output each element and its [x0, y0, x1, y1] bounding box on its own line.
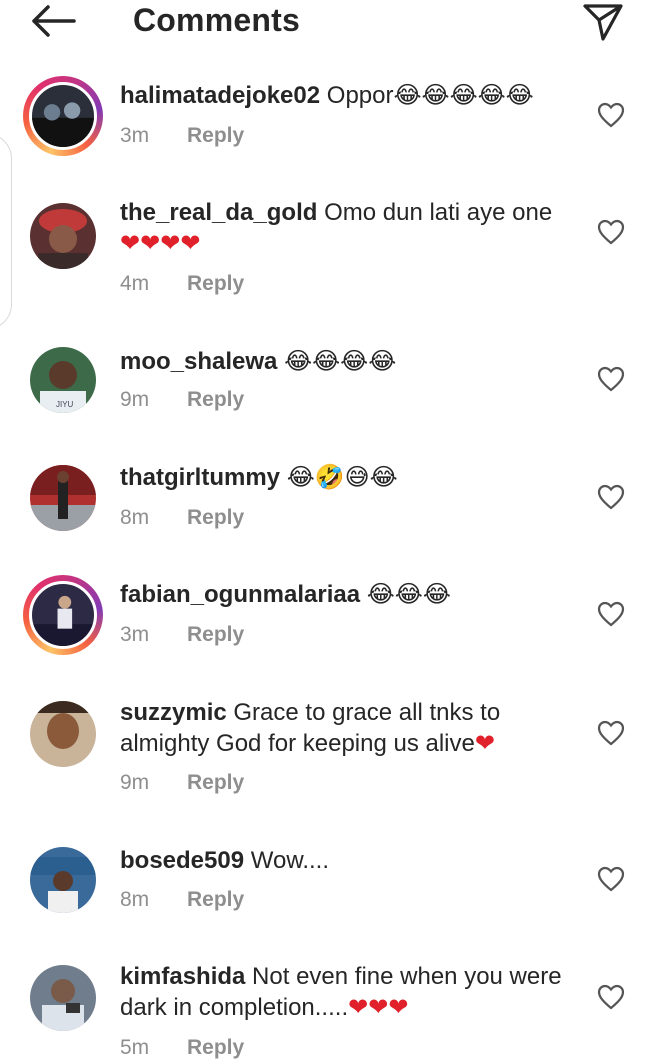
comment-meta: 8m Reply — [120, 506, 244, 530]
reply-button[interactable]: Reply — [187, 388, 244, 411]
page-title: Comments — [133, 2, 300, 38]
avatar — [30, 965, 96, 1031]
comment-username[interactable]: the_real_da_gold — [120, 199, 317, 226]
comment-text: the_real_da_gold Omo dun lati aye one ❤❤❤… — [120, 198, 580, 259]
comment-text: suzzymic Grace to grace all tnks to almi… — [120, 698, 580, 759]
comment-username[interactable]: fabian_ogunmalariaa — [120, 581, 360, 608]
comment-text: moo_shalewa 😂😂😂😂 — [120, 346, 580, 377]
comment-item: halimatadejoke02 Oppor😂😂😂😂😂 3m Reply — [0, 76, 662, 186]
reply-button[interactable]: Reply — [187, 506, 244, 529]
avatar — [30, 465, 96, 531]
avatar-wrap[interactable] — [23, 694, 103, 774]
comment-item: fabian_ogunmalariaa 😂😂😂 3m Reply — [0, 575, 662, 665]
reply-button[interactable]: Reply — [187, 888, 244, 911]
avatar — [30, 203, 96, 269]
comment-item: bosede509 Wow.... 8m Reply — [0, 840, 662, 930]
comment-username[interactable]: suzzymic — [120, 699, 227, 726]
emoji-hearts: ❤❤❤ — [348, 993, 409, 1021]
comment-item: the_real_da_gold Omo dun lati aye one ❤❤❤… — [0, 196, 662, 306]
comments-header: Comments — [0, 0, 662, 46]
avatar-wrap[interactable] — [23, 958, 103, 1038]
svg-text:JIYU: JIYU — [56, 400, 74, 409]
comment-username[interactable]: thatgirltummy — [120, 464, 280, 491]
comment-meta: 4m Reply — [120, 272, 244, 296]
comment-text: thatgirltummy 😂🤣😅😂 — [120, 462, 580, 493]
comment-username[interactable]: moo_shalewa — [120, 348, 277, 375]
heart-outline-icon[interactable] — [597, 866, 625, 892]
emoji-heart: ❤ — [474, 729, 495, 757]
direct-send-icon[interactable] — [582, 2, 624, 42]
comment-meta: 9m Reply — [120, 771, 244, 795]
comment-time: 3m — [120, 124, 150, 147]
avatar — [29, 82, 97, 150]
reply-button[interactable]: Reply — [187, 272, 244, 295]
avatar-story-ring[interactable] — [23, 76, 103, 156]
comment-text: kimfashida Not even fine when you were d… — [120, 962, 580, 1023]
heart-outline-icon[interactable] — [597, 484, 625, 510]
reply-button[interactable]: Reply — [187, 623, 244, 646]
comment-item: kimfashida Not even fine when you were d… — [0, 958, 662, 1062]
reply-button[interactable]: Reply — [187, 771, 244, 794]
avatar — [30, 847, 96, 913]
avatar — [30, 701, 96, 767]
avatar-wrap[interactable] — [23, 840, 103, 920]
comment-item: thatgirltummy 😂🤣😅😂 8m Reply — [0, 458, 662, 548]
avatar-wrap[interactable] — [23, 458, 103, 538]
comment-body: Oppor — [320, 82, 394, 109]
avatar-story-ring[interactable] — [23, 575, 103, 655]
comment-body: Wow.... — [244, 847, 329, 874]
emoji-hearts: ❤❤❤❤ — [120, 229, 201, 257]
emoji-laugh: 😂😂😂😂😂 — [393, 81, 534, 109]
comment-time: 8m — [120, 506, 150, 529]
comment-body: Omo dun lati aye one — [317, 199, 553, 226]
comment-meta: 3m Reply — [120, 623, 244, 647]
comment-item: JIYU moo_shalewa 😂😂😂😂 9m Reply — [0, 340, 662, 430]
comment-meta: 8m Reply — [120, 888, 244, 912]
comment-text: bosede509 Wow.... — [120, 846, 580, 876]
comment-item: suzzymic Grace to grace all tnks to almi… — [0, 694, 662, 804]
back-arrow-icon[interactable] — [30, 4, 76, 38]
avatar-wrap[interactable] — [23, 196, 103, 276]
heart-outline-icon[interactable] — [597, 601, 625, 627]
comment-time: 9m — [120, 771, 150, 794]
comment-time: 9m — [120, 388, 150, 411]
comment-meta: 3m Reply — [120, 124, 244, 148]
heart-outline-icon[interactable] — [597, 984, 625, 1010]
heart-outline-icon[interactable] — [597, 219, 625, 245]
comment-meta: 5m Reply — [120, 1036, 244, 1060]
emoji-laugh: 😂😂😂 — [366, 580, 451, 608]
comment-time: 5m — [120, 1036, 150, 1059]
reply-button[interactable]: Reply — [187, 1036, 244, 1059]
comment-time: 4m — [120, 272, 150, 295]
avatar: JIYU — [30, 347, 96, 413]
emoji-laugh: 😂😂😂😂 — [284, 347, 397, 375]
heart-outline-icon[interactable] — [597, 366, 625, 392]
comment-username[interactable]: kimfashida — [120, 963, 245, 990]
avatar-wrap[interactable]: JIYU — [23, 340, 103, 420]
comment-username[interactable]: bosede509 — [120, 847, 244, 874]
comment-time: 8m — [120, 888, 150, 911]
avatar — [29, 581, 97, 649]
comment-text: fabian_ogunmalariaa 😂😂😂 — [120, 579, 580, 610]
comment-time: 3m — [120, 623, 150, 646]
comment-meta: 9m Reply — [120, 388, 244, 412]
emoji-mixed: 😂🤣😅😂 — [286, 463, 398, 491]
reply-button[interactable]: Reply — [187, 124, 244, 147]
comment-text: halimatadejoke02 Oppor😂😂😂😂😂 — [120, 80, 580, 111]
comment-username[interactable]: halimatadejoke02 — [120, 82, 320, 109]
heart-outline-icon[interactable] — [597, 720, 625, 746]
heart-outline-icon[interactable] — [597, 102, 625, 128]
